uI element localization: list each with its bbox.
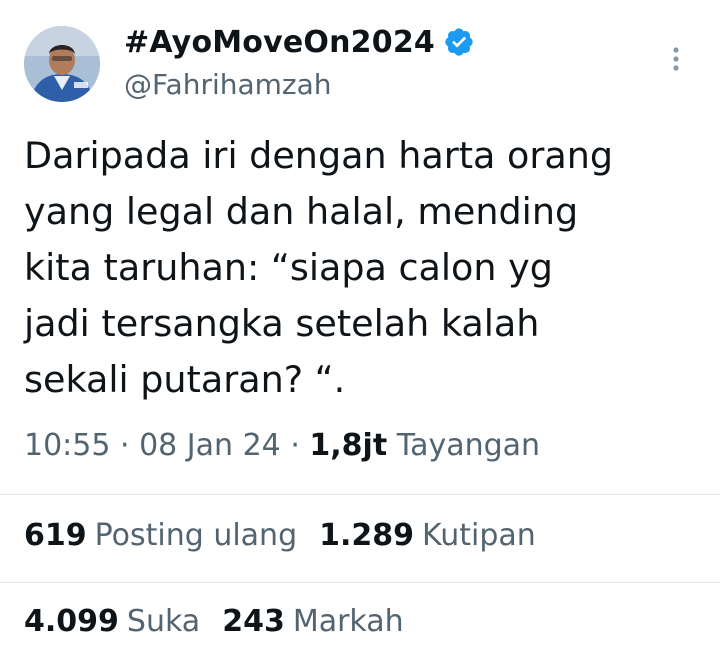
tweet-text: Daripada iri dengan harta orang yang leg… bbox=[24, 128, 704, 408]
tweet-meta: 10:55 · 08 Jan 24 · 1,8jt Tayangan bbox=[24, 428, 540, 463]
tweet-text-line: sekali putaran? “. bbox=[24, 358, 346, 401]
more-options-icon[interactable] bbox=[666, 44, 686, 74]
quotes-label: Kutipan bbox=[422, 518, 536, 553]
bookmarks-count: 243 bbox=[222, 604, 285, 639]
likes-stat[interactable]: 4.099 Suka bbox=[24, 604, 200, 639]
tweet-text-line: kita taruhan: “siapa calon yg bbox=[24, 246, 553, 289]
tweet-text-line: jadi tersangka setelah kalah bbox=[24, 302, 540, 345]
divider bbox=[0, 494, 720, 495]
reposts-stat[interactable]: 619 Posting ulang bbox=[24, 518, 297, 553]
likes-count: 4.099 bbox=[24, 604, 119, 639]
author-handle[interactable]: @Fahrihamzah bbox=[124, 68, 332, 101]
display-name-row: #AyoMoveOn2024 bbox=[124, 20, 475, 64]
views-label[interactable]: Tayangan bbox=[397, 428, 540, 463]
stats-row-reposts: 619 Posting ulang 1.289 Kutipan bbox=[24, 518, 558, 553]
quotes-count: 1.289 bbox=[319, 518, 415, 553]
tweet-text-line: yang legal dan halal, mending bbox=[24, 190, 579, 233]
bookmarks-stat[interactable]: 243 Markah bbox=[222, 604, 403, 639]
avatar-photo bbox=[24, 26, 100, 102]
stats-row-likes: 4.099 Suka 243 Markah bbox=[24, 604, 426, 639]
reposts-label: Posting ulang bbox=[94, 518, 298, 553]
verified-badge-icon bbox=[443, 26, 475, 58]
divider bbox=[0, 582, 720, 583]
meta-separator: · bbox=[120, 428, 140, 463]
tweet-time[interactable]: 10:55 bbox=[24, 428, 110, 463]
display-name[interactable]: #AyoMoveOn2024 bbox=[124, 25, 435, 60]
reposts-count: 619 bbox=[24, 518, 87, 553]
quotes-stat[interactable]: 1.289 Kutipan bbox=[319, 518, 536, 553]
avatar[interactable] bbox=[24, 26, 100, 102]
tweet-detail: #AyoMoveOn2024 @Fahrihamzah Daripada iri… bbox=[0, 0, 720, 660]
tweet-date[interactable]: 08 Jan 24 bbox=[139, 428, 281, 463]
tweet-text-line: Daripada iri dengan harta orang bbox=[24, 134, 614, 177]
meta-separator: · bbox=[290, 428, 310, 463]
bookmarks-label: Markah bbox=[292, 604, 404, 639]
tweet-header: #AyoMoveOn2024 @Fahrihamzah bbox=[24, 18, 700, 108]
views-count[interactable]: 1,8jt bbox=[309, 428, 387, 463]
likes-label: Suka bbox=[126, 604, 201, 639]
